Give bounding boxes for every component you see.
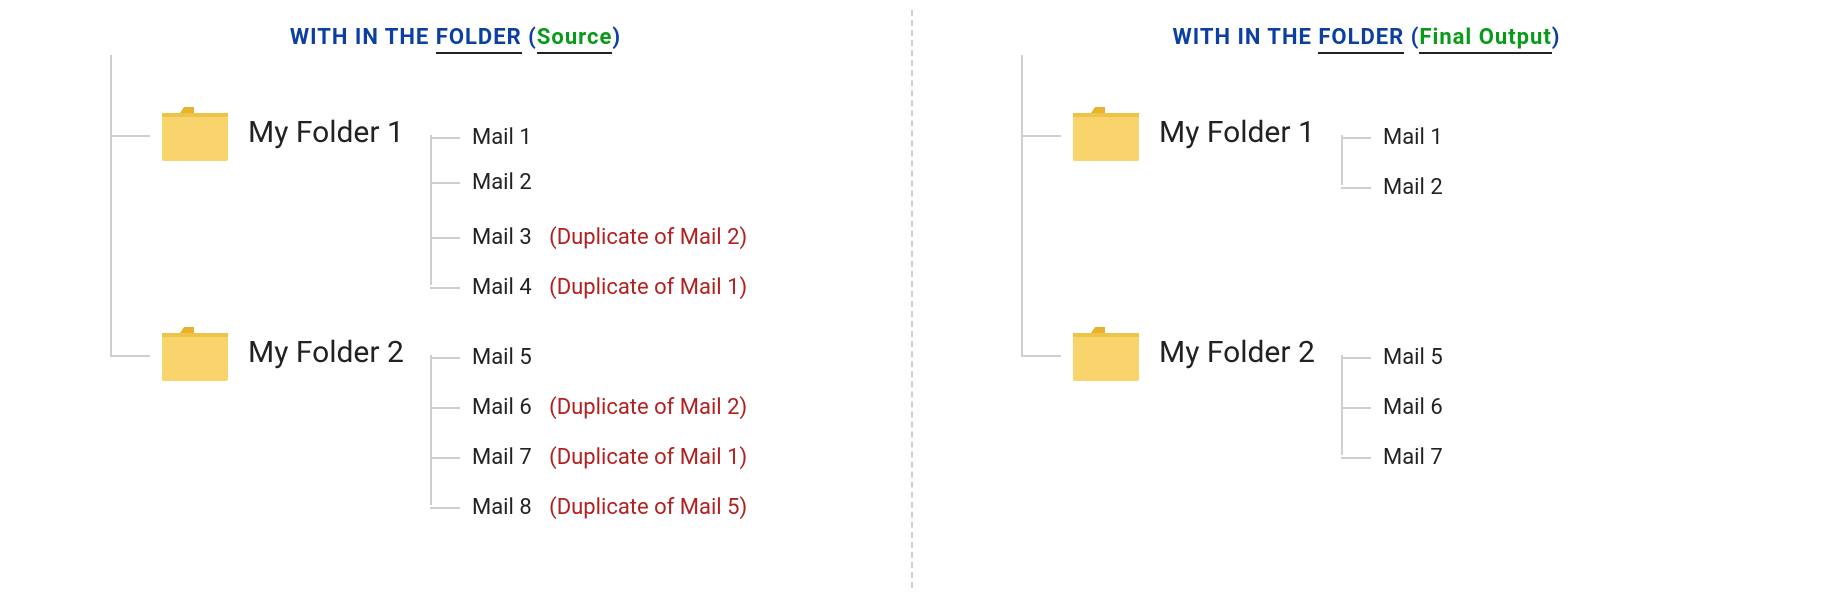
folder-icon — [1071, 105, 1141, 163]
panel-output: WITH IN THE FOLDER (Final Output) My Fol… — [911, 0, 1822, 598]
tree-hconn — [1021, 355, 1061, 357]
title-folder: FOLDER — [1318, 25, 1404, 54]
folder-icon — [160, 325, 230, 383]
mail-hconn — [1341, 187, 1371, 189]
title-with: WITH IN THE — [1172, 25, 1311, 50]
mail-hconn — [430, 407, 460, 409]
mail-name: Mail 6 — [1383, 395, 1443, 420]
mail-dup: (Duplicate of Mail 2) — [549, 395, 747, 420]
folder-icon — [1071, 325, 1141, 383]
mail-item: Mail 3 (Duplicate of Mail 2) — [430, 225, 747, 250]
folder-label: My Folder 1 — [248, 115, 404, 150]
mail-hconn — [1341, 357, 1371, 359]
mail-item: Mail 5 — [1341, 345, 1443, 370]
mail-name: Mail 7 — [472, 445, 532, 470]
tree-hconn — [1021, 135, 1061, 137]
tree-vline — [110, 55, 112, 355]
mail-item: Mail 4 (Duplicate of Mail 1) — [430, 275, 747, 300]
mail-hconn — [1341, 457, 1371, 459]
mail-item: Mail 6 — [1341, 395, 1443, 420]
mail-name: Mail 3 — [472, 225, 532, 250]
mail-name: Mail 2 — [1383, 175, 1443, 200]
mail-hconn — [430, 237, 460, 239]
vertical-divider — [911, 10, 913, 588]
mail-name: Mail 8 — [472, 495, 532, 520]
mail-item: Mail 8 (Duplicate of Mail 5) — [430, 495, 747, 520]
mail-hconn — [1341, 137, 1371, 139]
mail-vline — [430, 135, 432, 285]
mail-item: Mail 1 — [430, 125, 544, 150]
mail-item: Mail 2 — [430, 170, 544, 195]
mail-name: Mail 6 — [472, 395, 532, 420]
mail-item: Mail 6 (Duplicate of Mail 2) — [430, 395, 747, 420]
mail-dup: (Duplicate of Mail 5) — [549, 495, 747, 520]
title-accent-source: Source — [537, 25, 612, 54]
mail-dup: (Duplicate of Mail 1) — [549, 275, 747, 300]
title-paren-close: ) — [612, 25, 621, 50]
folder-label: My Folder 2 — [1159, 335, 1315, 370]
folder-label: My Folder 2 — [248, 335, 404, 370]
panel-title-output: WITH IN THE FOLDER (Final Output) — [911, 25, 1822, 50]
title-with: WITH IN THE — [290, 25, 429, 50]
panel-source: WITH IN THE FOLDER (Source) My Folder 1 … — [0, 0, 911, 598]
mail-name: Mail 4 — [472, 275, 532, 300]
tree-hconn — [110, 135, 150, 137]
mail-hconn — [430, 457, 460, 459]
mail-name: Mail 2 — [472, 170, 532, 195]
mail-hconn — [430, 357, 460, 359]
panel-title-source: WITH IN THE FOLDER (Source) — [0, 25, 911, 50]
folder-icon — [160, 105, 230, 163]
mail-hconn — [430, 507, 460, 509]
title-paren-open: ( — [528, 25, 537, 50]
tree-vline — [1021, 55, 1023, 355]
mail-name: Mail 1 — [472, 125, 532, 150]
mail-dup: (Duplicate of Mail 1) — [549, 445, 747, 470]
mail-item: Mail 5 — [430, 345, 544, 370]
title-paren-close: ) — [1552, 25, 1561, 50]
mail-vline — [430, 355, 432, 505]
mail-hconn — [430, 182, 460, 184]
mail-item: Mail 1 — [1341, 125, 1443, 150]
mail-hconn — [430, 287, 460, 289]
diagram-root: WITH IN THE FOLDER (Source) My Folder 1 … — [0, 0, 1822, 598]
mail-item: Mail 2 — [1341, 175, 1443, 200]
mail-name: Mail 5 — [1383, 345, 1443, 370]
folder-label: My Folder 1 — [1159, 115, 1315, 150]
mail-name: Mail 5 — [472, 345, 532, 370]
mail-name: Mail 7 — [1383, 445, 1443, 470]
mail-item: Mail 7 — [1341, 445, 1443, 470]
mail-hconn — [430, 137, 460, 139]
title-accent-output: Final Output — [1419, 25, 1551, 54]
mail-hconn — [1341, 407, 1371, 409]
tree-hconn — [110, 355, 150, 357]
mail-item: Mail 7 (Duplicate of Mail 1) — [430, 445, 747, 470]
mail-dup: (Duplicate of Mail 2) — [549, 225, 747, 250]
title-folder: FOLDER — [436, 25, 522, 54]
mail-name: Mail 1 — [1383, 125, 1443, 150]
